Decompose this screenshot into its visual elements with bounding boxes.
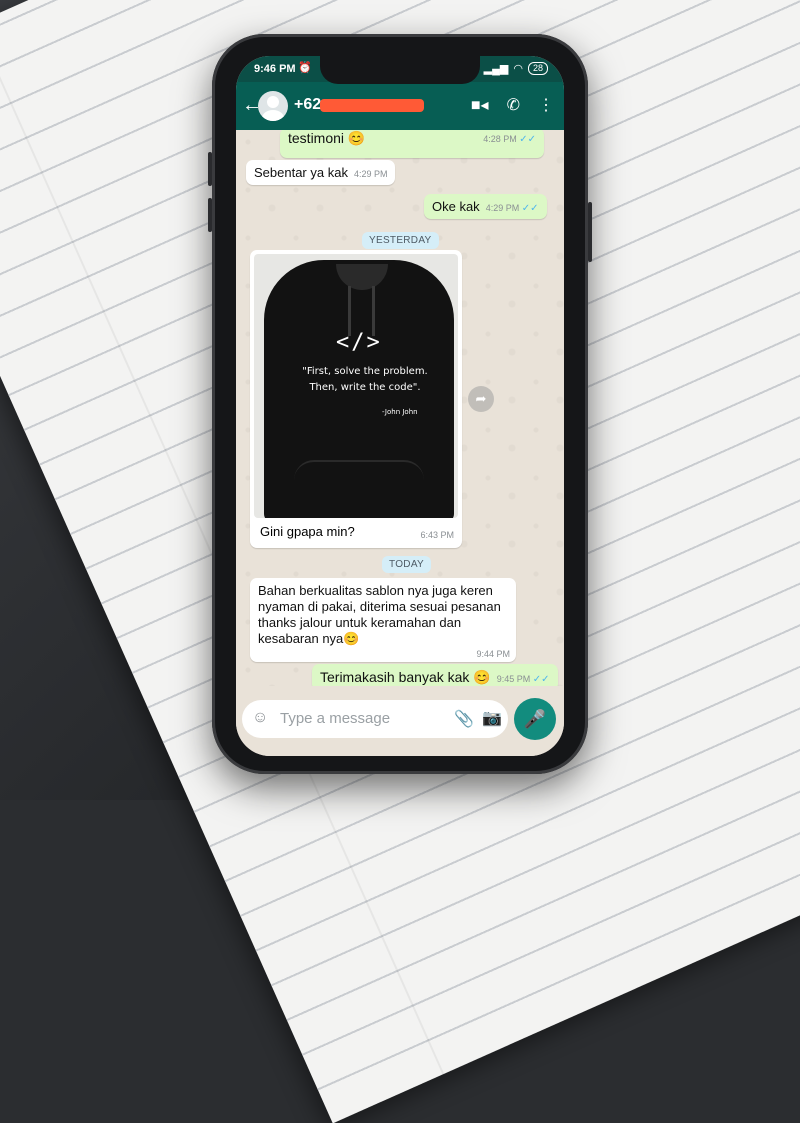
- phone-screen: 9:46 PM ⏰ ▂▄▆ ◠ 28 ← +62 ■◂ ✆ ⋮ testimon…: [236, 56, 564, 756]
- shirt-author-text: -John John: [382, 408, 418, 416]
- status-time: 9:46 PM: [254, 63, 296, 75]
- more-vert-icon[interactable]: ⋮: [538, 95, 554, 115]
- signal-icon: ▂▄▆: [483, 63, 509, 75]
- alarm-icon: ⏰: [298, 62, 312, 74]
- message-text: Terimakasih banyak kak 😊: [320, 669, 491, 685]
- phone-icon[interactable]: ✆: [507, 95, 520, 115]
- phone: 9:46 PM ⏰ ▂▄▆ ◠ 28 ← +62 ■◂ ✆ ⋮ testimon…: [208, 34, 592, 774]
- video-call-icon[interactable]: ■◂: [471, 95, 489, 115]
- volume-button: [208, 152, 212, 186]
- shirt-code-text: </>: [336, 330, 382, 355]
- message-time: 4:29 PM: [353, 169, 388, 179]
- hoodie-photo[interactable]: </> "First, solve the problem. Then, wri…: [254, 254, 458, 518]
- emoji-icon[interactable]: ☺: [252, 709, 268, 727]
- read-ticks-icon: ✓✓: [521, 203, 539, 214]
- microphone-icon[interactable]: 🎤: [514, 698, 556, 740]
- chat-header: ← +62 ■◂ ✆ ⋮: [236, 82, 564, 130]
- camera-icon[interactable]: 📷: [482, 708, 502, 728]
- message-bubble[interactable]: Oke kak 4:29 PM ✓✓: [424, 194, 547, 219]
- message-time: 6:43 PM: [420, 530, 454, 540]
- image-message[interactable]: </> "First, solve the problem. Then, wri…: [250, 250, 462, 548]
- message-box[interactable]: ☺ 📎 📷: [242, 700, 508, 738]
- shirt-quote-text: "First, solve the problem. Then, write t…: [302, 366, 428, 393]
- avatar[interactable]: [258, 91, 288, 121]
- message-time: 9:45 PM ✓✓: [496, 674, 550, 685]
- battery-icon: 28: [527, 62, 548, 75]
- forward-icon[interactable]: ➦: [468, 386, 494, 412]
- date-badge: TODAY: [382, 556, 432, 573]
- message-bubble[interactable]: Sebentar ya kak 4:29 PM: [246, 160, 396, 185]
- image-caption: Gini gpapa min?: [260, 524, 355, 539]
- paperclip-icon[interactable]: 📎: [454, 709, 474, 729]
- contact-name[interactable]: +62: [294, 96, 321, 114]
- message-bubble[interactable]: Bahan berkualitas sablon nya juga keren …: [250, 578, 516, 662]
- message-time: 9:44 PM: [476, 649, 510, 659]
- read-ticks-icon: ✓✓: [519, 134, 536, 145]
- chat-area[interactable]: testimoni 😊 4:28 PM ✓✓ Sebentar ya kak 4:…: [236, 128, 564, 691]
- volume-button: [208, 198, 212, 232]
- message-text: Sebentar ya kak: [254, 165, 348, 180]
- read-ticks-icon: ✓✓: [532, 674, 550, 685]
- message-bubble[interactable]: testimoni 😊 4:28 PM ✓✓: [280, 128, 544, 158]
- message-text: Oke kak: [432, 199, 480, 214]
- notch: [320, 56, 480, 84]
- composer-bar: ☺ 📎 📷 🎤: [236, 686, 564, 756]
- wifi-icon: ◠: [513, 63, 523, 75]
- hoodie: </> "First, solve the problem. Then, wri…: [264, 260, 454, 518]
- message-text: testimoni 😊: [288, 130, 366, 146]
- message-input[interactable]: [278, 709, 442, 728]
- message-time: 4:28 PM ✓✓: [483, 134, 536, 145]
- message-text: Bahan berkualitas sablon nya juga keren …: [258, 583, 501, 646]
- message-time: 4:29 PM ✓✓: [485, 203, 539, 214]
- redaction-mark: [320, 99, 424, 112]
- power-button: [588, 202, 592, 262]
- date-badge: YESTERDAY: [362, 232, 439, 249]
